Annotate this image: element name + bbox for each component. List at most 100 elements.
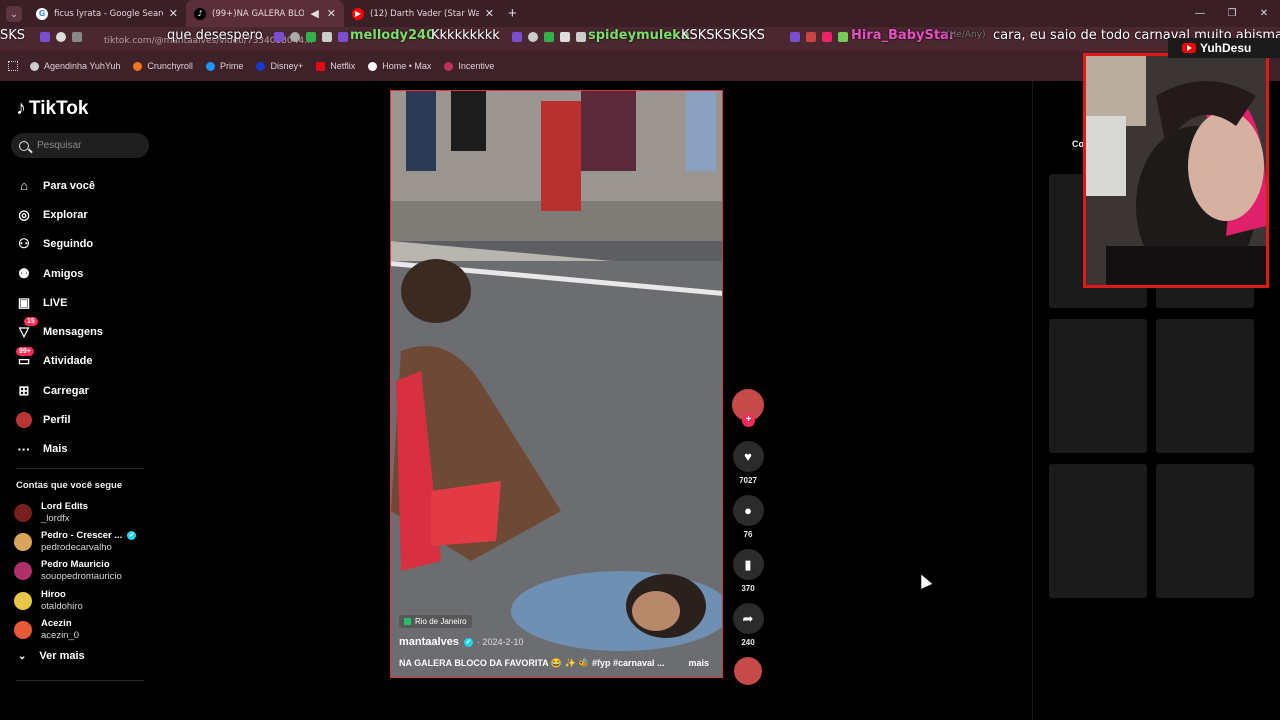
badge-icon	[40, 32, 50, 42]
tab-search-button[interactable]: ⌄	[6, 5, 22, 22]
see-more-label: Ver mais	[39, 650, 85, 662]
account-handle: pedrodecarvalho	[41, 541, 112, 553]
account-item[interactable]: Acezin acezin_0	[14, 615, 136, 644]
nav-label: Seguindo	[43, 238, 94, 251]
badge-icon	[790, 32, 800, 42]
webcam-overlay	[1083, 53, 1269, 288]
chat-text: SKS	[0, 28, 26, 43]
nav-para-voce[interactable]: ⌂ Para você	[16, 171, 103, 200]
see-more-link[interactable]: ⌄ Ver mais	[18, 650, 85, 662]
chat-username: Hira_BabyStar	[851, 28, 956, 43]
nav-explorar[interactable]: ◎ Explorar	[16, 200, 103, 229]
window-controls: — ❐ ✕	[1184, 0, 1280, 27]
mute-icon[interactable]: ◀	[310, 7, 318, 20]
location-tag[interactable]: Rio de Janeiro	[399, 615, 472, 628]
badge-icon	[576, 32, 586, 42]
bookmark-agendinha[interactable]: Agendinha YuhYuh	[30, 61, 120, 71]
badge-icon	[838, 32, 848, 42]
tab-google-search[interactable]: G ficus lyrata - Google Search ✕	[28, 0, 186, 27]
badge-icon	[290, 32, 300, 42]
globe-icon	[30, 61, 39, 71]
bookmark-prime[interactable]: Prime	[205, 61, 244, 71]
nav-seguindo[interactable]: ⚇ Seguindo	[16, 230, 103, 259]
avatar	[14, 591, 32, 610]
nav-atividade[interactable]: ▭ Atividade 99+	[16, 346, 103, 376]
account-name: Lord Edits	[41, 500, 88, 512]
messages-badge: 15	[24, 317, 38, 327]
creator-avatar[interactable]: +	[732, 389, 764, 427]
account-item[interactable]: Pedro - Crescer ... ✓ pedrodecarvalho	[14, 527, 137, 556]
account-item[interactable]: Lord Edits _lordfx	[14, 498, 136, 527]
like-button[interactable]: ♥	[732, 441, 764, 472]
tab-title: (12) Darth Vader (Star Wars) - L	[370, 8, 479, 19]
bookmark-netflix[interactable]: Netflix	[316, 61, 355, 71]
share-button[interactable]: ➦	[732, 603, 764, 634]
nav-amigos[interactable]: ⚉ Amigos	[16, 259, 103, 288]
search-box[interactable]	[11, 133, 149, 158]
account-item[interactable]: Pedro Mauricio souopedromauricio	[14, 557, 136, 586]
bookmark-incentive[interactable]: Incentive	[444, 61, 494, 71]
stream-chat-overlay: SKS que desespero mellody240 Kkkkkkkkk s…	[0, 27, 1280, 47]
tiktok-logo[interactable]: ♪ TikTok	[16, 97, 88, 120]
video-author[interactable]: mantaalves	[399, 636, 459, 648]
sound-avatar[interactable]	[734, 657, 762, 685]
apps-grid-icon[interactable]	[8, 61, 18, 71]
tab-title: (99+)NA GALERA BLOCO D	[212, 8, 305, 19]
comment-icon: ●	[744, 503, 752, 518]
close-tab-icon[interactable]: ✕	[327, 7, 336, 20]
video-thumbnail[interactable]	[1156, 319, 1254, 453]
video-thumbnail[interactable]	[1156, 464, 1254, 598]
badge-icon	[306, 32, 316, 42]
nav-mais[interactable]: ··· Mais	[16, 435, 103, 464]
author-line: mantaalves ✓ · 2024-2-10	[399, 636, 715, 648]
crunchyroll-icon	[133, 61, 143, 71]
bookmark-crunchyroll[interactable]: Crunchyroll	[133, 61, 193, 71]
account-item[interactable]: Hiroo otaldohiro	[14, 586, 136, 615]
disney-icon	[256, 61, 266, 71]
chevron-down-icon: ⌄	[18, 650, 27, 662]
close-tab-icon[interactable]: ✕	[485, 7, 494, 20]
video-actions: + ♥ 7027 ● 76 ▮ 370 ➦ 240	[731, 389, 765, 685]
account-handle: acezin_0	[41, 629, 80, 641]
bookmark-max[interactable]: Home • Max	[368, 61, 431, 71]
verified-icon: ✓	[127, 531, 137, 541]
account-name: Acezin	[41, 617, 72, 629]
tab-tiktok[interactable]: ♪ (99+)NA GALERA BLOCO D ◀ ✕	[186, 0, 344, 27]
close-tab-icon[interactable]: ✕	[169, 7, 178, 20]
badge-icon	[322, 32, 332, 42]
share-count: 240	[741, 638, 755, 647]
video-thumbnail[interactable]	[1049, 464, 1147, 598]
badge-icon	[560, 32, 570, 42]
nav-live[interactable]: ▣ LIVE	[16, 288, 103, 317]
minimize-icon[interactable]: —	[1184, 0, 1216, 27]
video-player[interactable]: Rio de Janeiro mantaalves ✓ · 2024-2-10 …	[390, 90, 723, 678]
incentive-icon	[444, 61, 454, 71]
comment-button[interactable]: ●	[732, 495, 764, 526]
save-button[interactable]: ▮	[732, 549, 764, 580]
screen: ⌄ G ficus lyrata - Google Search ✕ ♪ (99…	[0, 0, 1280, 720]
nav-perfil[interactable]: Perfil	[16, 405, 103, 434]
nav-mensagens[interactable]: ▽ Mensagens 15	[16, 317, 103, 346]
divider	[16, 468, 144, 469]
activity-badge: 99+	[16, 346, 34, 356]
bookmark-label: Netflix	[330, 61, 356, 71]
maximize-icon[interactable]: ❐	[1216, 0, 1248, 27]
following-icon: ⚇	[18, 236, 30, 252]
avatar	[14, 620, 32, 639]
tab-youtube[interactable]: ▶ (12) Darth Vader (Star Wars) - L ✕	[344, 0, 502, 27]
chat-text: KSKSKSKSKS	[681, 28, 765, 43]
nav-label: Explorar	[43, 208, 88, 221]
divider	[16, 680, 144, 681]
upload-icon: ⊞	[18, 382, 30, 398]
close-window-icon[interactable]: ✕	[1248, 0, 1280, 27]
tab-title: ficus lyrata - Google Search	[54, 8, 163, 19]
new-tab-button[interactable]: +	[508, 5, 517, 22]
bookmark-disney[interactable]: Disney+	[256, 61, 303, 71]
bookmark-label: Prime	[219, 61, 244, 71]
avatar	[14, 503, 32, 522]
follow-plus-icon[interactable]: +	[742, 414, 755, 427]
nav-carregar[interactable]: ⊞ Carregar	[16, 376, 103, 405]
video-thumbnail[interactable]	[1049, 319, 1147, 453]
caption-more-button[interactable]: mais	[688, 658, 709, 669]
search-input[interactable]	[37, 140, 137, 151]
